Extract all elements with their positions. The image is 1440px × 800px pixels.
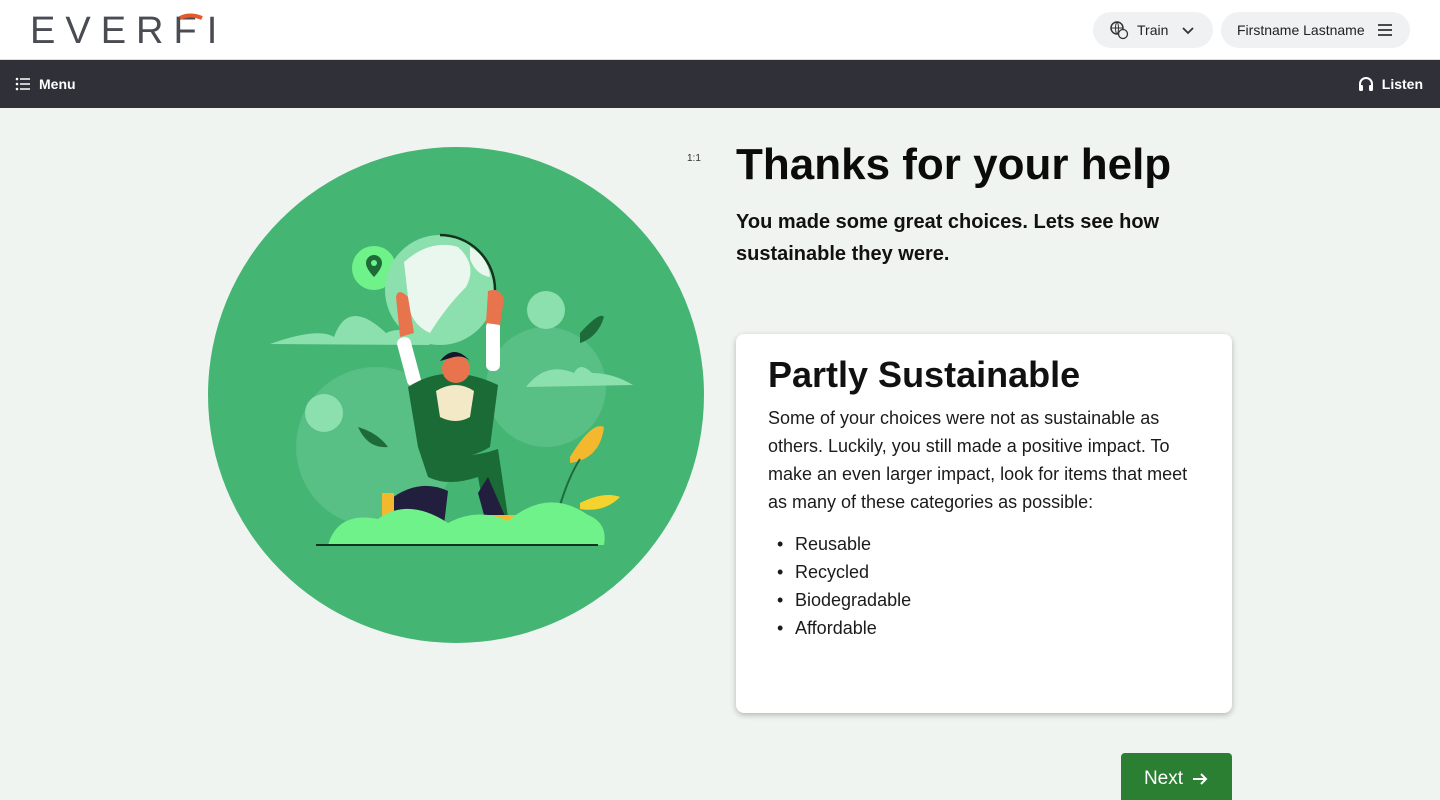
user-name: Firstname Lastname xyxy=(1237,22,1365,38)
listen-label: Listen xyxy=(1381,76,1423,92)
result-title: Partly Sustainable xyxy=(768,354,1081,395)
page-subtitle: You made some great choices. Lets see ho… xyxy=(736,211,1160,265)
chevron-down-icon xyxy=(1182,27,1194,35)
list-icon xyxy=(15,77,30,91)
page-title: Thanks for your help xyxy=(736,140,1172,189)
headphones-icon xyxy=(1358,77,1373,91)
user-menu-button[interactable]: Firstname Lastname xyxy=(1221,12,1410,48)
category-list: Reusable Recycled Biodegradable Affordab… xyxy=(768,530,1200,642)
globe-translate-icon xyxy=(1109,20,1129,40)
nav-bar: Menu Listen xyxy=(0,60,1440,108)
menu-label: Menu xyxy=(39,76,76,92)
sustainability-illustration xyxy=(208,147,704,643)
list-item: Reusable xyxy=(768,530,1200,558)
next-button[interactable]: Next xyxy=(1121,753,1232,800)
result-description: Some of your choices were not as sustain… xyxy=(768,408,1188,512)
list-item: Biodegradable xyxy=(768,586,1200,614)
next-label: Next xyxy=(1143,768,1184,789)
list-item: Recycled xyxy=(768,558,1200,586)
train-dropdown[interactable]: Train xyxy=(1093,12,1213,48)
train-label: Train xyxy=(1137,22,1169,38)
top-bar: EVERFI Train Firstname Lastname xyxy=(0,0,1440,60)
list-item: Affordable xyxy=(768,614,1200,642)
listen-button[interactable]: Listen xyxy=(1358,74,1423,94)
everfi-logo[interactable]: EVERFI xyxy=(30,12,236,48)
aspect-ratio-label: 1:1 xyxy=(687,153,701,164)
arrow-right-icon xyxy=(1193,773,1208,785)
hamburger-icon xyxy=(1378,24,1392,36)
result-card: Partly Sustainable Some of your choices … xyxy=(736,334,1232,713)
menu-button[interactable]: Menu xyxy=(15,74,76,94)
